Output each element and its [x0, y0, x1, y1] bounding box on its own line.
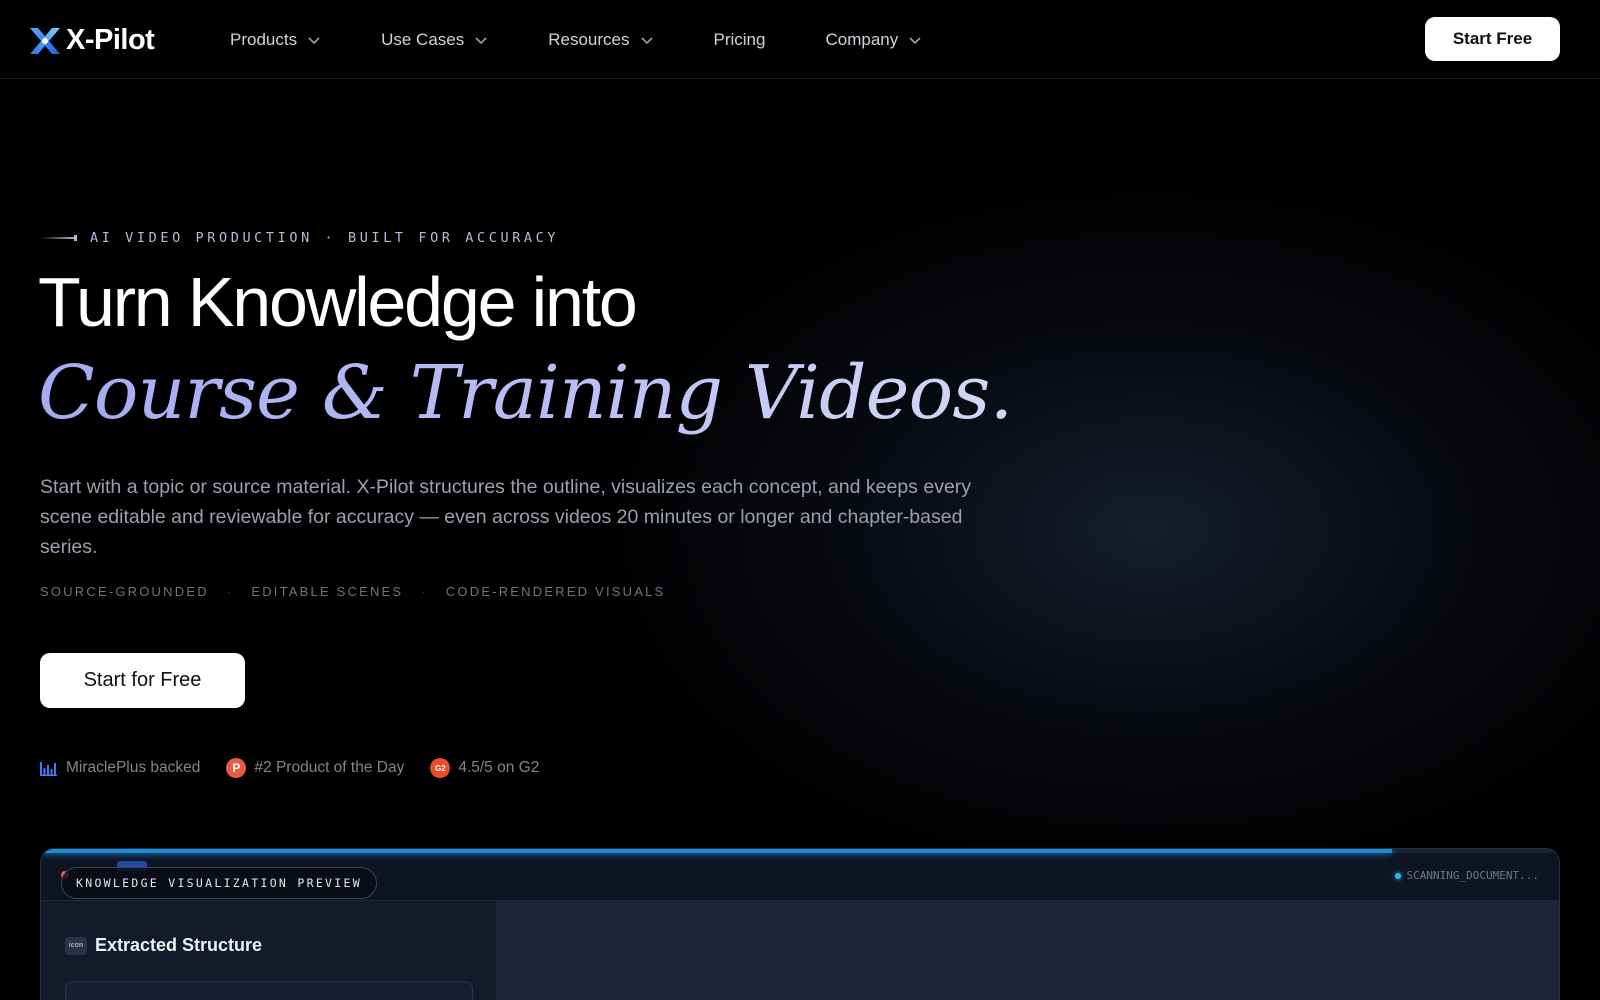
scan-status-text: SCANNING_DOCUMENT...: [1406, 869, 1539, 882]
start-for-free-button[interactable]: Start for Free: [40, 653, 245, 708]
hero-description: Start with a topic or source material. X…: [40, 476, 972, 558]
tag-source-grounded: SOURCE-GROUNDED: [40, 584, 209, 599]
eyebrow-line-icon: [40, 235, 77, 241]
main-menu: Products Use Cases Resources Pricing Com…: [230, 0, 982, 79]
tag-separator: ·: [226, 584, 234, 599]
proof-miracleplus: MiraclePlus backed: [40, 759, 200, 777]
nav-use-cases-label: Use Cases: [381, 29, 465, 49]
logo[interactable]: X-Pilot: [28, 24, 155, 57]
hero-title: Turn Knowledge into: [38, 263, 638, 341]
bar-chart-icon: [40, 762, 57, 776]
nav-pricing[interactable]: Pricing: [714, 30, 766, 50]
social-proof: MiraclePlus backed P #2 Product of the D…: [40, 758, 565, 778]
structure-sidebar: icon Extracted Structure: [41, 901, 497, 1000]
tag-separator: ·: [421, 584, 428, 599]
chevron-down-icon: [475, 36, 487, 44]
proof-g2-text: 4.5/5 on G2: [458, 759, 540, 776]
start-free-button[interactable]: Start Free: [1425, 17, 1560, 61]
g2-icon: G2: [430, 758, 451, 778]
preview-canvas: [498, 901, 1559, 1000]
nav-products[interactable]: Products: [230, 30, 321, 50]
structure-title-text: Extracted Structure: [95, 935, 263, 955]
scan-progress-bar: [41, 849, 1559, 853]
proof-miracleplus-text: MiraclePlus backed: [66, 759, 201, 776]
nav-resources[interactable]: Resources: [548, 30, 653, 50]
producthunt-icon: P: [226, 758, 247, 778]
preview-header: KNOWLEDGE VISUALIZATION PREVIEW SCANNING…: [41, 849, 1559, 901]
chevron-down-icon: [909, 36, 921, 44]
chevron-down-icon: [640, 36, 653, 44]
structure-card[interactable]: [65, 981, 473, 1000]
feature-tags: SOURCE-GROUNDED · EDITABLE SCENES · CODE…: [40, 584, 665, 599]
hero-title-accent: Course & Training Videos.: [38, 350, 1013, 436]
proof-producthunt: P #2 Product of the Day: [226, 758, 404, 778]
x-logo-icon: [30, 27, 60, 54]
preview-label: KNOWLEDGE VISUALIZATION PREVIEW: [61, 867, 377, 899]
chevron-down-icon: [308, 36, 320, 44]
status-dot-icon: [1394, 872, 1401, 879]
nav-company[interactable]: Company: [825, 30, 922, 50]
structure-icon: icon: [65, 936, 87, 955]
knowledge-preview-panel: KNOWLEDGE VISUALIZATION PREVIEW SCANNING…: [40, 848, 1560, 1000]
logo-text: X-Pilot: [66, 24, 155, 56]
nav-use-cases[interactable]: Use Cases: [381, 30, 488, 50]
eyebrow-text: AI VIDEO PRODUCTION · BUILT FOR ACCURACY: [90, 230, 560, 246]
tag-code-rendered: CODE-RENDERED VISUALS: [445, 584, 666, 599]
top-nav: X-Pilot Products Use Cases Resources Pri…: [0, 0, 1600, 79]
nav-resources-label: Resources: [548, 29, 630, 49]
scan-progress-fill: [41, 849, 1393, 853]
nav-products-label: Products: [230, 29, 298, 49]
hero-eyebrow: AI VIDEO PRODUCTION · BUILT FOR ACCURACY: [40, 230, 559, 246]
structure-heading: icon Extracted Structure: [65, 935, 262, 956]
proof-producthunt-text: #2 Product of the Day: [254, 759, 405, 776]
nav-company-label: Company: [825, 29, 899, 49]
tag-editable-scenes: EDITABLE SCENES: [251, 584, 404, 599]
proof-g2: G2 4.5/5 on G2: [430, 758, 539, 778]
scan-status: SCANNING_DOCUMENT...: [1394, 869, 1539, 882]
nav-pricing-label: Pricing: [713, 29, 766, 49]
